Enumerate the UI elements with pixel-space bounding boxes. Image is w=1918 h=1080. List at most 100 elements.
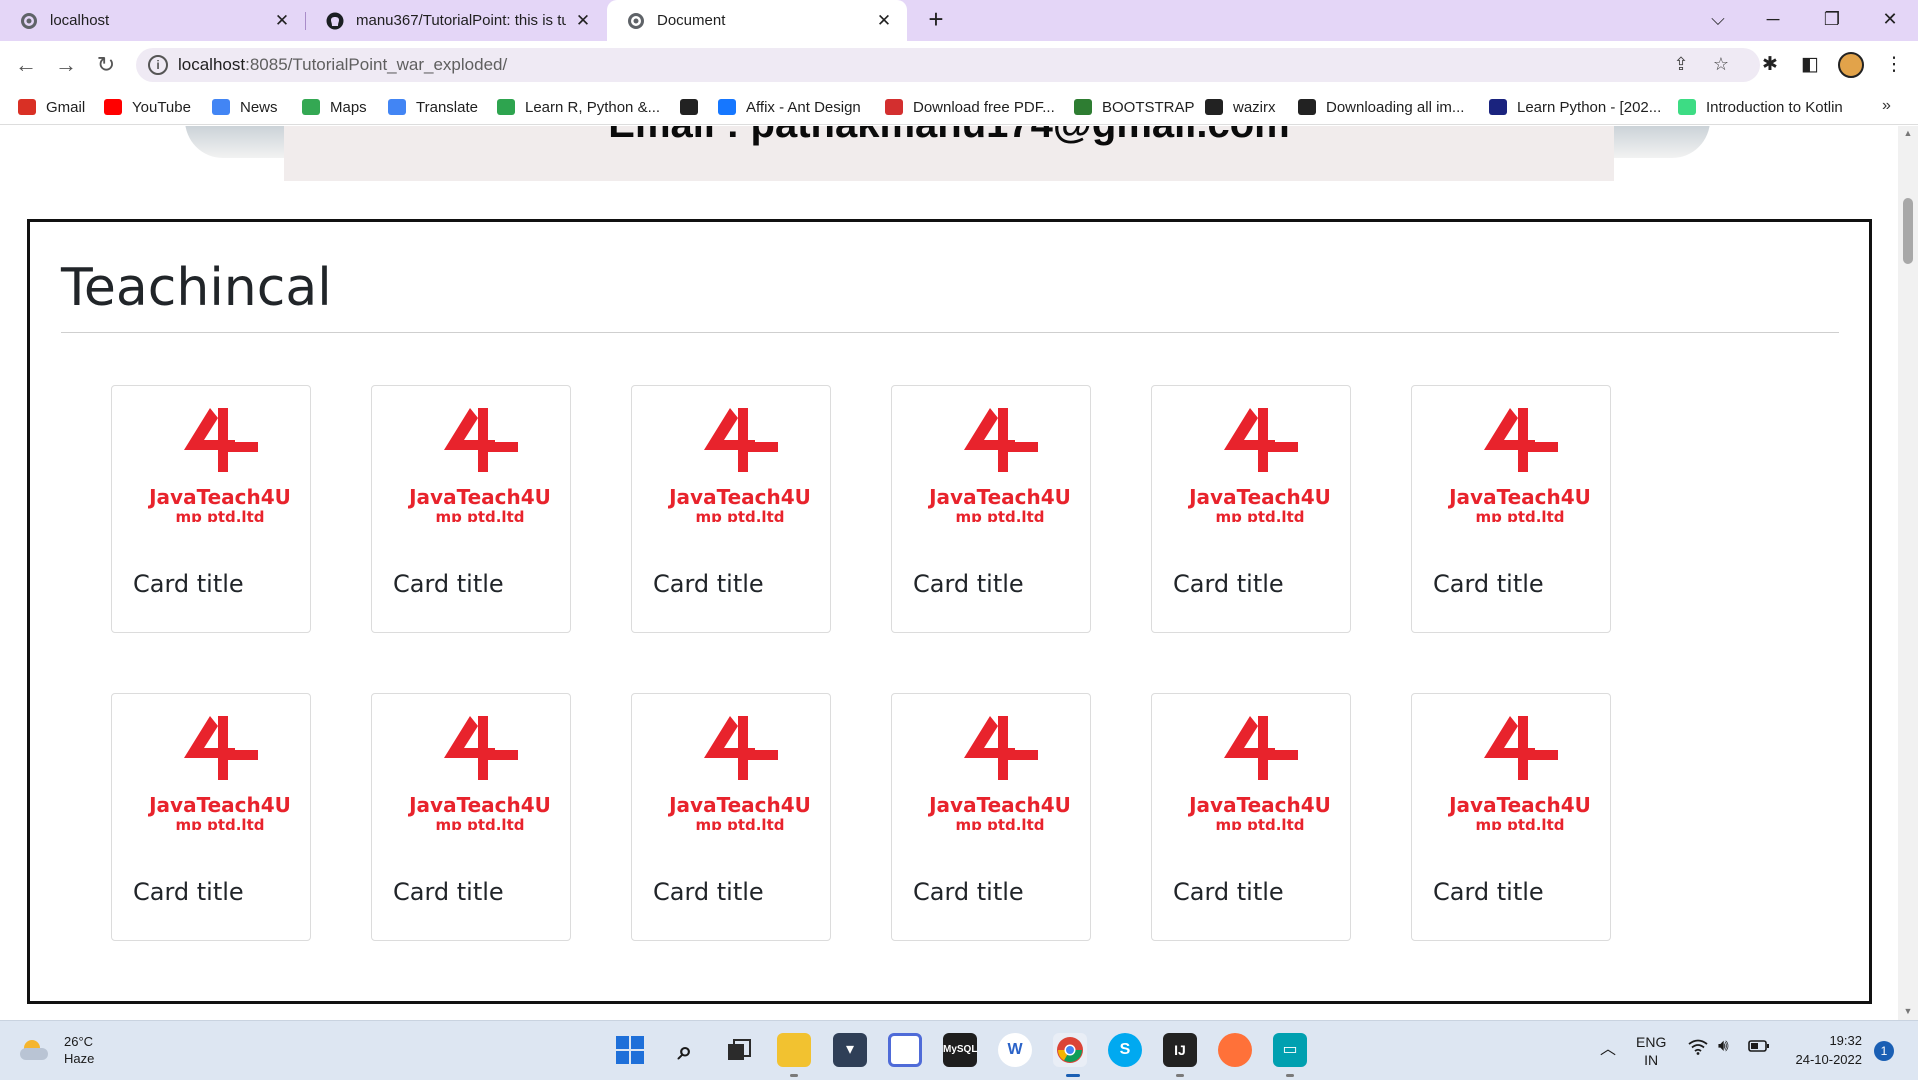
bookmarks-overflow-button[interactable]: » bbox=[1882, 97, 1891, 115]
card[interactable]: JavaTeach4U mp ptd.ltd Card title bbox=[111, 693, 311, 941]
logo-sub-text: mp ptd.ltd bbox=[1216, 508, 1305, 522]
card[interactable]: JavaTeach4U mp ptd.ltd Card title bbox=[1411, 385, 1611, 633]
close-tab-icon[interactable]: ✕ bbox=[875, 11, 893, 31]
card[interactable]: JavaTeach4U mp ptd.ltd Card title bbox=[1151, 385, 1351, 633]
battery-icon[interactable] bbox=[1748, 1039, 1770, 1056]
bookmark-favicon-icon bbox=[885, 99, 903, 115]
bookmark-label: YouTube bbox=[132, 98, 191, 116]
bookmark-item[interactable]: Learn R, Python &... bbox=[497, 97, 660, 117]
scroll-up-icon[interactable]: ▲ bbox=[1902, 128, 1914, 138]
card-title: Card title bbox=[393, 878, 504, 906]
card[interactable]: JavaTeach4U mp ptd.ltd Card title bbox=[371, 385, 571, 633]
task-view-icon[interactable] bbox=[722, 1033, 756, 1067]
weather-widget[interactable]: 26°C Haze bbox=[20, 1033, 94, 1067]
reload-icon[interactable]: ↻ bbox=[92, 51, 120, 79]
firefox-icon[interactable] bbox=[1218, 1033, 1252, 1067]
card[interactable]: JavaTeach4U mp ptd.ltd Card title bbox=[111, 385, 311, 633]
card[interactable]: JavaTeach4U mp ptd.ltd Card title bbox=[631, 385, 831, 633]
bookmark-item[interactable]: Affix - Ant Design bbox=[718, 97, 861, 117]
mail-icon[interactable]: ▾ bbox=[833, 1033, 867, 1067]
tray-chevron-icon[interactable]: ︿ bbox=[1600, 1035, 1616, 1059]
wordpad-icon[interactable]: W bbox=[998, 1033, 1032, 1067]
app-cube-icon[interactable] bbox=[888, 1033, 922, 1067]
javateach4u-logo: JavaTeach4Ump ptd.ltd bbox=[1447, 408, 1591, 522]
intellij-icon[interactable]: IJ bbox=[1163, 1033, 1197, 1067]
card[interactable]: JavaTeach4U mp ptd.ltd Card title bbox=[631, 693, 831, 941]
bookmark-item[interactable]: News bbox=[212, 97, 278, 117]
card[interactable]: JavaTeach4U mp ptd.ltd Card title bbox=[891, 385, 1091, 633]
notification-badge[interactable]: 1 bbox=[1874, 1041, 1894, 1061]
bookmark-label: Maps bbox=[330, 98, 367, 116]
language-indicator[interactable]: ENG IN bbox=[1636, 1033, 1666, 1069]
card-title: Card title bbox=[133, 570, 244, 598]
search-icon[interactable]: ⌕ bbox=[668, 1033, 702, 1067]
extensions-icon[interactable]: ✱ bbox=[1756, 51, 1784, 79]
logo-brand-text: JavaTeach4U bbox=[1187, 793, 1331, 817]
card[interactable]: JavaTeach4U mp ptd.ltd Card title bbox=[1151, 693, 1351, 941]
window-close-icon[interactable]: ✕ bbox=[1868, 0, 1912, 38]
terminal-icon[interactable]: MySQL bbox=[943, 1033, 977, 1067]
scroll-down-icon[interactable]: ▼ bbox=[1902, 1006, 1914, 1016]
bookmark-item[interactable]: Downloading all im... bbox=[1298, 97, 1464, 117]
wifi-icon[interactable] bbox=[1688, 1039, 1708, 1058]
bookmark-favicon-icon bbox=[497, 99, 515, 115]
side-panel-icon[interactable]: ◧ bbox=[1796, 51, 1824, 79]
bookmark-favicon-icon bbox=[388, 99, 406, 115]
forward-icon[interactable]: → bbox=[52, 51, 80, 79]
bookmark-label: Translate bbox=[416, 98, 478, 116]
running-indicator bbox=[790, 1074, 798, 1077]
logo-brand-text: JavaTeach4U bbox=[407, 485, 551, 509]
back-icon[interactable]: ← bbox=[12, 51, 40, 79]
bookmark-star-icon[interactable]: ☆ bbox=[1710, 54, 1732, 76]
skype-icon[interactable]: S bbox=[1108, 1033, 1142, 1067]
start-icon[interactable] bbox=[613, 1033, 647, 1067]
card[interactable]: JavaTeach4U mp ptd.ltd Card title bbox=[1411, 693, 1611, 941]
card[interactable]: JavaTeach4U mp ptd.ltd Card title bbox=[371, 693, 571, 941]
address-bar[interactable]: i localhost:8085/TutorialPoint_war_explo… bbox=[136, 48, 1760, 82]
restore-icon[interactable]: ❐ bbox=[1810, 0, 1854, 38]
meet-icon[interactable]: ▭ bbox=[1273, 1033, 1307, 1067]
menu-kebab-icon[interactable]: ⋮ bbox=[1880, 51, 1908, 79]
card-title: Card title bbox=[1173, 878, 1284, 906]
site-info-icon[interactable]: i bbox=[148, 55, 168, 75]
url-text[interactable]: localhost:8085/TutorialPoint_war_explode… bbox=[178, 55, 507, 75]
logo-brand-text: JavaTeach4U bbox=[927, 485, 1071, 509]
bookmark-item[interactable]: Translate bbox=[388, 97, 478, 117]
card-title: Card title bbox=[133, 878, 244, 906]
tab-github[interactable]: manu367/TutorialPoint: this is tut ✕ bbox=[306, 0, 606, 41]
page-scrollbar[interactable]: ▲ ▼ bbox=[1898, 126, 1918, 1020]
scrollbar-thumb[interactable] bbox=[1903, 198, 1913, 264]
volume-icon[interactable]: 🔊︎ bbox=[1718, 1036, 1729, 1056]
tab-document[interactable]: Document ✕ bbox=[607, 0, 907, 41]
bookmark-item[interactable]: wazirx bbox=[1205, 97, 1276, 117]
card-title: Card title bbox=[913, 570, 1024, 598]
system-clock[interactable]: 19:32 24-10-2022 bbox=[1778, 1031, 1863, 1069]
close-tab-icon[interactable]: ✕ bbox=[273, 11, 291, 31]
bookmark-item[interactable]: Learn Python - [202... bbox=[1489, 97, 1661, 117]
tab-title: Document bbox=[657, 12, 726, 29]
github-icon bbox=[326, 12, 344, 29]
minimize-icon[interactable]: ─ bbox=[1751, 0, 1795, 38]
bookmark-item[interactable]: BOOTSTRAP bbox=[1074, 97, 1195, 117]
windows-taskbar: 26°C Haze ⌕ ▾ MySQL W S IJ ▭ ︿ ENG IN 🔊︎… bbox=[0, 1020, 1918, 1080]
bookmark-item[interactable]: Download free PDF... bbox=[885, 97, 1055, 117]
bookmark-item[interactable]: YouTube bbox=[104, 97, 191, 117]
close-tab-icon[interactable]: ✕ bbox=[574, 11, 592, 31]
card[interactable]: JavaTeach4U mp ptd.ltd Card title bbox=[891, 693, 1091, 941]
file-explorer-icon[interactable] bbox=[777, 1033, 811, 1067]
bookmark-item[interactable]: Gmail bbox=[18, 97, 85, 117]
bookmark-item[interactable]: Introduction to Kotlin bbox=[1678, 97, 1843, 117]
chrome-icon[interactable] bbox=[1053, 1033, 1087, 1067]
javateach4u-logo: JavaTeach4Ump ptd.ltd bbox=[1187, 408, 1331, 522]
bookmark-item[interactable]: Maps bbox=[302, 97, 367, 117]
share-icon[interactable]: ⇪ bbox=[1670, 54, 1692, 76]
new-tab-button[interactable]: + bbox=[922, 6, 950, 34]
profile-avatar[interactable] bbox=[1838, 52, 1864, 78]
bookmark-favicon-icon bbox=[1678, 99, 1696, 115]
weather-temp: 26°C bbox=[64, 1034, 94, 1049]
tab-localhost[interactable]: localhost ✕ bbox=[0, 0, 305, 41]
bookmark-item[interactable] bbox=[680, 97, 708, 117]
tab-search-icon[interactable]: ⌵ bbox=[1696, 0, 1740, 38]
bookmark-favicon-icon bbox=[1074, 99, 1092, 115]
bookmark-favicon-icon bbox=[680, 99, 698, 115]
